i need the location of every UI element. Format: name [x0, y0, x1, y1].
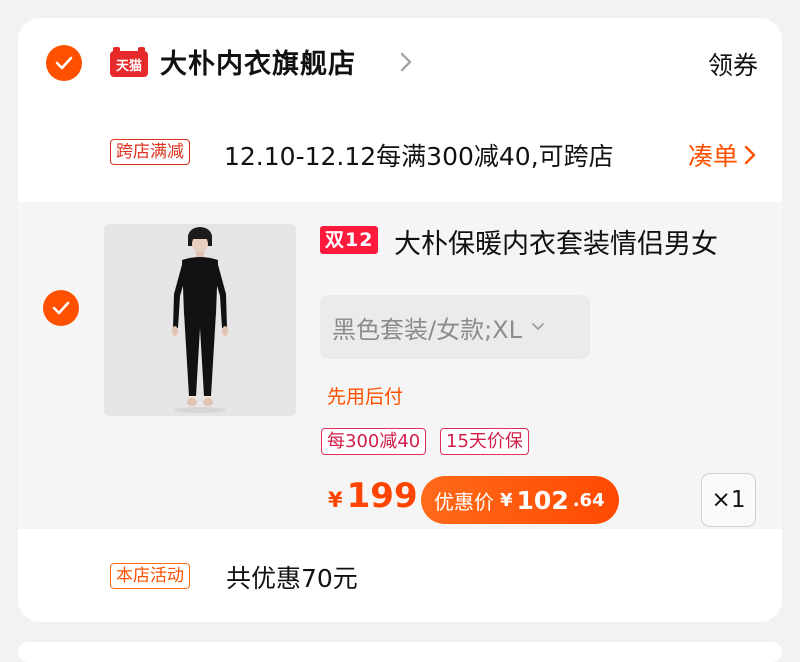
checkmark-icon: [52, 301, 70, 315]
svg-text:天猫: 天猫: [116, 58, 142, 74]
store-header: 天猫 大朴内衣旗舰店 领券: [18, 18, 782, 110]
discount-tag: 每300减40: [321, 428, 427, 455]
promo-text: 12.10-12.12每满300减40,可跨店: [224, 142, 614, 171]
store-activity-text: 共优惠70元: [226, 564, 358, 593]
product-photo-icon: [172, 227, 228, 413]
item-select-checkbox[interactable]: [43, 290, 79, 326]
price-currency: ¥: [328, 488, 343, 512]
store-activity-tag: 本店活动: [110, 563, 190, 589]
price-value: 199: [346, 476, 418, 516]
quantity-stepper[interactable]: ×1: [701, 473, 756, 527]
cross-store-promo: 跨店满减 12.10-12.12每满300减40,可跨店 凑单: [18, 110, 782, 200]
product-title[interactable]: 大朴保暖内衣套装情侣男女: [394, 222, 718, 261]
coupon-price-currency: ¥: [500, 489, 513, 511]
coupon-price-integer: 102: [516, 485, 569, 515]
cart-item: 双12 大朴保暖内衣套装情侣男女 黑色套装/女款;XL 先用后付 每300减40…: [18, 202, 782, 529]
current-price: ¥199: [328, 476, 418, 516]
sku-value: 黑色套装/女款;XL: [332, 315, 522, 344]
add-on-items-button[interactable]: 凑单: [688, 137, 756, 173]
next-card-edge: [18, 642, 782, 662]
get-coupon-button[interactable]: 领券: [708, 46, 758, 82]
add-on-items-label: 凑单: [687, 142, 738, 171]
price-protect-tag: 15天价保: [440, 428, 529, 455]
coupon-price-pill[interactable]: 优惠价 ¥102.64: [421, 476, 619, 524]
coupon-price-decimal: .64: [572, 489, 605, 511]
chevron-right-icon[interactable]: [399, 51, 413, 73]
pay-later-label: 先用后付: [327, 386, 404, 408]
sku-selector[interactable]: 黑色套装/女款;XL: [320, 295, 590, 359]
double-12-badge: 双12: [320, 226, 379, 254]
tmall-logo-icon: 天猫: [110, 47, 148, 77]
store-cart-card: 天猫 大朴内衣旗舰店 领券 跨店满减 12.10-12.12每满300减40,可…: [18, 18, 782, 622]
store-select-checkbox[interactable]: [46, 45, 82, 81]
promo-tag: 跨店满减: [110, 139, 190, 165]
chevron-down-icon: [532, 323, 544, 331]
chevron-right-icon: [744, 145, 756, 165]
coupon-price-label: 优惠价: [434, 489, 494, 514]
product-image[interactable]: [104, 224, 296, 416]
checkmark-icon: [55, 56, 73, 70]
store-name[interactable]: 大朴内衣旗舰店: [160, 42, 356, 81]
store-activity: 本店活动 共优惠70元: [18, 529, 782, 622]
